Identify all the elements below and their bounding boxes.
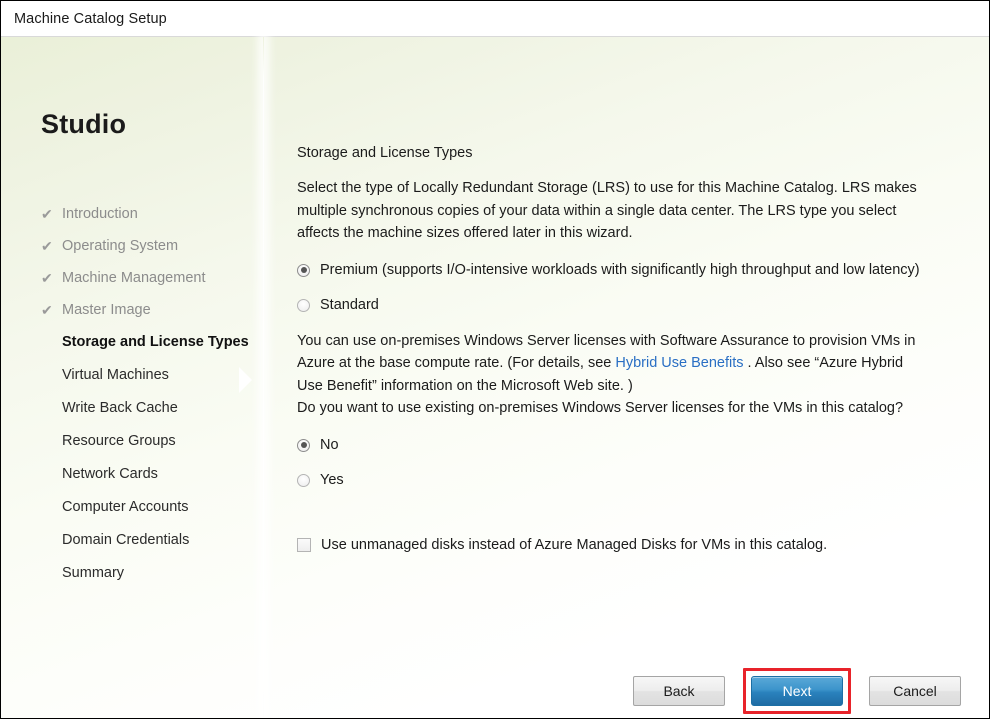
sidebar-step-label: Operating System bbox=[62, 238, 179, 254]
wizard-footer: Back Next Cancel bbox=[1, 660, 989, 718]
sidebar-step-label: Summary bbox=[62, 565, 125, 581]
hybrid-use-benefits-link[interactable]: Hybrid Use Benefits bbox=[615, 355, 743, 371]
sidebar-step-label: Machine Management bbox=[62, 270, 206, 286]
sidebar-step-label: Virtual Machines bbox=[62, 367, 169, 383]
license-question: Do you want to use existing on-premises … bbox=[297, 400, 904, 416]
unmanaged-disks-checkbox[interactable] bbox=[297, 537, 311, 552]
studio-brand-title: Studio bbox=[41, 109, 127, 139]
sidebar-step-master-image[interactable]: ✔ Master Image bbox=[41, 301, 256, 320]
sidebar-step-label: Master Image bbox=[62, 302, 151, 318]
sidebar-step-introduction[interactable]: ✔ Introduction bbox=[41, 205, 256, 224]
next-button-highlight-box: Next bbox=[743, 668, 851, 714]
sidebar-step-write-back-cache[interactable]: Write Back Cache bbox=[41, 399, 256, 418]
sidebar-step-label: Domain Credentials bbox=[62, 532, 190, 548]
storage-description: Select the type of Locally Redundant Sto… bbox=[297, 180, 917, 241]
storage-type-radio-premium[interactable] bbox=[297, 263, 310, 277]
wizard-content-pane: Storage and License Types Select the typ… bbox=[297, 37, 945, 556]
unmanaged-disks-label: Use unmanaged disks instead of Azure Man… bbox=[321, 536, 828, 553]
sidebar-step-resource-groups[interactable]: Resource Groups bbox=[41, 432, 256, 451]
title-bar: Machine Catalog Setup bbox=[1, 1, 989, 37]
license-option-row[interactable]: No bbox=[297, 435, 945, 456]
license-radio-group: No Yes bbox=[297, 435, 945, 491]
footer-button-row: Back Next Cancel bbox=[633, 668, 961, 714]
sidebar-step-storage-and-license-types[interactable]: Storage and License Types bbox=[41, 333, 256, 352]
cancel-button[interactable]: Cancel bbox=[869, 676, 961, 706]
sidebar-step-network-cards[interactable]: Network Cards bbox=[41, 465, 256, 484]
page-title: Storage and License Types bbox=[297, 145, 473, 161]
sidebar-step-label: Storage and License Types bbox=[62, 334, 249, 350]
wizard-body: Studio ✔ Introduction ✔ Operating System ✔ Ma… bbox=[1, 37, 989, 718]
window-title: Machine Catalog Setup bbox=[14, 10, 167, 27]
sidebar-step-label: Resource Groups bbox=[62, 433, 176, 449]
license-radio-yes[interactable] bbox=[297, 473, 310, 487]
storage-type-radio-group: Premium (supports I/O-intensive workload… bbox=[297, 260, 945, 316]
step-check-icon: ✔ bbox=[41, 206, 53, 222]
sidebar-step-operating-system[interactable]: ✔ Operating System bbox=[41, 237, 256, 256]
license-description: You can use on-premises Windows Server l… bbox=[297, 330, 929, 420]
sidebar-step-virtual-machines[interactable]: Virtual Machines bbox=[41, 366, 256, 385]
sidebar-step-label: Computer Accounts bbox=[62, 499, 189, 515]
unmanaged-disks-row[interactable]: Use unmanaged disks instead of Azure Man… bbox=[297, 535, 945, 556]
license-option-label: Yes bbox=[320, 471, 344, 488]
machine-catalog-setup-window: Machine Catalog Setup Studio ✔ Introducti… bbox=[0, 0, 990, 719]
license-option-label: No bbox=[320, 436, 339, 453]
step-check-icon: ✔ bbox=[41, 238, 53, 254]
back-button[interactable]: Back bbox=[633, 676, 725, 706]
step-check-icon: ✔ bbox=[41, 302, 53, 318]
sidebar-step-computer-accounts[interactable]: Computer Accounts bbox=[41, 498, 256, 517]
storage-type-option-row[interactable]: Premium (supports I/O-intensive workload… bbox=[297, 260, 945, 281]
license-radio-no[interactable] bbox=[297, 438, 310, 452]
license-option-row[interactable]: Yes bbox=[297, 470, 945, 491]
storage-type-option-label: Premium (supports I/O-intensive workload… bbox=[320, 261, 920, 278]
sidebar-step-machine-management[interactable]: ✔ Machine Management bbox=[41, 269, 256, 288]
wizard-step-list: ✔ Introduction ✔ Operating System ✔ Machine M… bbox=[41, 205, 256, 597]
sidebar-step-summary[interactable]: Summary bbox=[41, 564, 256, 583]
active-step-pointer-icon bbox=[239, 367, 252, 393]
sidebar-step-label: Write Back Cache bbox=[62, 400, 178, 416]
storage-type-option-row[interactable]: Standard bbox=[297, 295, 945, 316]
sidebar-step-label: Introduction bbox=[62, 206, 138, 222]
storage-type-option-label: Standard bbox=[320, 296, 379, 313]
storage-type-radio-standard[interactable] bbox=[297, 298, 310, 312]
panel-divider bbox=[263, 37, 264, 718]
sidebar-step-domain-credentials[interactable]: Domain Credentials bbox=[41, 531, 256, 550]
step-check-icon: ✔ bbox=[41, 270, 53, 286]
next-button[interactable]: Next bbox=[751, 676, 843, 706]
wizard-navigation: Studio ✔ Introduction ✔ Operating System ✔ Ma… bbox=[1, 37, 263, 718]
sidebar-step-label: Network Cards bbox=[62, 466, 158, 482]
